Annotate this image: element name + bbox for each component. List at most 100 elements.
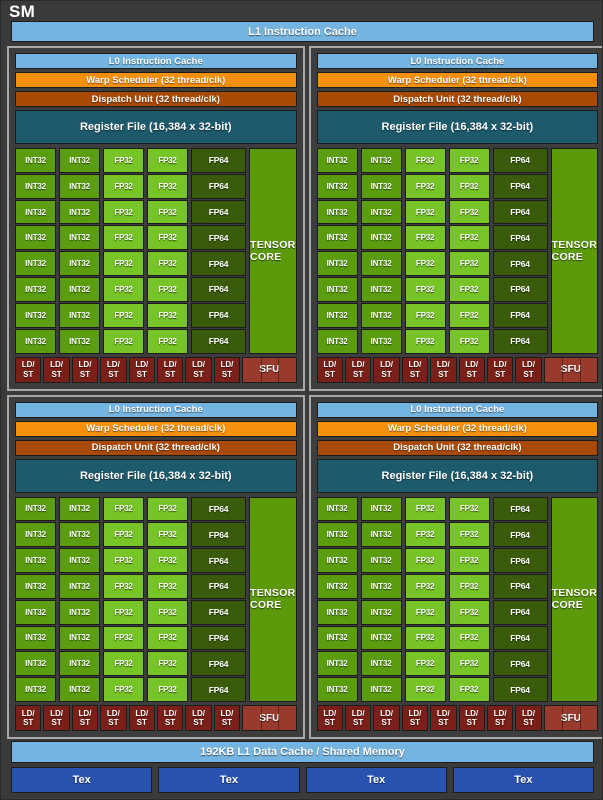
int32-core: INT32 bbox=[59, 677, 100, 702]
fp32-core: FP32 bbox=[404, 677, 446, 702]
ldst-label-bottom: ST bbox=[23, 369, 34, 379]
int32-core: INT32 bbox=[59, 496, 100, 522]
execution-unit-area: INT32 INT32 INT32 INT32 INT32 INT32 INT32 INT32… bbox=[316, 496, 599, 731]
fp32-core: FP32 bbox=[147, 496, 188, 522]
int32-core: INT32 bbox=[360, 651, 402, 677]
ldst-label-top: LD/ bbox=[436, 708, 450, 718]
int32-core: INT32 bbox=[360, 199, 402, 225]
ldst-label-top: LD/ bbox=[323, 708, 337, 718]
fp32-core: FP32 bbox=[103, 199, 144, 225]
fp32-core: FP32 bbox=[147, 251, 188, 277]
int32-core: INT32 bbox=[15, 251, 56, 277]
fp32-core: FP32 bbox=[147, 302, 188, 328]
fp64-core: FP64 bbox=[191, 599, 246, 625]
fp64-core: FP64 bbox=[191, 328, 246, 354]
fp32-core: FP32 bbox=[147, 225, 188, 251]
core-grid: INT32 INT32 INT32 INT32 INT32 INT32 INT32 INT32… bbox=[15, 148, 297, 354]
fp32-core: FP32 bbox=[448, 599, 490, 625]
load-store-unit: LD/ST bbox=[128, 705, 155, 731]
load-store-unit: LD/ST bbox=[100, 356, 127, 383]
int32-core-column: INT32 INT32 INT32 INT32 INT32 INT32 INT32 INT32 bbox=[59, 148, 100, 354]
load-store-unit: LD/ST bbox=[156, 705, 184, 731]
int32-core: INT32 bbox=[15, 148, 56, 173]
fp64-core: FP64 bbox=[492, 251, 548, 277]
core-grid: INT32 INT32 INT32 INT32 INT32 INT32 INT32 INT32… bbox=[316, 148, 599, 354]
int32-core: INT32 bbox=[15, 522, 56, 548]
fp32-core: FP32 bbox=[448, 625, 490, 651]
fp64-core: FP64 bbox=[492, 651, 548, 677]
fp64-core: FP64 bbox=[492, 199, 548, 225]
ldst-label-bottom: ST bbox=[108, 369, 119, 379]
load-store-unit: LD/ST bbox=[213, 356, 241, 383]
processing-block-4: L0 Instruction Cache Warp Scheduler (32 t… bbox=[308, 394, 602, 739]
ldst-label-bottom: ST bbox=[523, 718, 534, 727]
load-store-unit: LD/ST bbox=[458, 705, 485, 731]
int32-core: INT32 bbox=[15, 277, 56, 302]
tensor-core-column: TENSOR CORE bbox=[550, 496, 599, 702]
ldst-label-bottom: ST bbox=[353, 369, 364, 379]
l0-instruction-cache: L0 Instruction Cache bbox=[316, 53, 599, 69]
ldst-label-top: LD/ bbox=[220, 360, 234, 369]
int32-core-column: INT32 INT32 INT32 INT32 INT32 INT32 INT32 INT32 bbox=[316, 148, 358, 354]
load-store-unit: LD/ST bbox=[515, 356, 542, 383]
fp32-core: FP32 bbox=[103, 225, 144, 251]
load-store-unit: LD/ST bbox=[71, 705, 99, 731]
load-store-unit: LD/ST bbox=[430, 356, 457, 383]
fp32-core-column: FP32 FP32 FP32 FP32 FP32 FP32 FP32 FP32 bbox=[404, 148, 446, 354]
int32-core: INT32 bbox=[59, 302, 100, 328]
ldst-sfu-row: LD/ST LD/ST LD/ST LD/ST LD/ST LD/ST LD/ST LD/ST… bbox=[316, 356, 599, 383]
fp32-core-column: FP32 FP32 FP32 FP32 FP32 FP32 FP32 FP32 bbox=[103, 496, 144, 702]
ldst-label-bottom: ST bbox=[193, 718, 204, 727]
int32-core: INT32 bbox=[316, 225, 358, 251]
ldst-label-top: LD/ bbox=[522, 708, 535, 718]
ldst-label-bottom: ST bbox=[193, 369, 204, 379]
int32-core: INT32 bbox=[360, 496, 402, 522]
ldst-label-top: LD/ bbox=[192, 708, 205, 718]
fp64-core: FP64 bbox=[492, 522, 548, 548]
warp-scheduler: Warp Scheduler (32 thread/clk) bbox=[316, 420, 599, 437]
int32-core: INT32 bbox=[15, 651, 56, 677]
fp32-core: FP32 bbox=[404, 651, 446, 677]
l1-instruction-cache: L1 Instruction Cache bbox=[11, 21, 594, 42]
fp64-core: FP64 bbox=[492, 548, 548, 573]
ldst-label-bottom: ST bbox=[51, 369, 62, 379]
int32-core: INT32 bbox=[59, 199, 100, 225]
int32-core: INT32 bbox=[15, 173, 56, 199]
ldst-label-top: LD/ bbox=[493, 360, 507, 369]
ldst-label-bottom: ST bbox=[79, 718, 91, 727]
fp64-core: FP64 bbox=[191, 677, 246, 702]
int32-core-column: INT32 INT32 INT32 INT32 INT32 INT32 INT32 INT32 bbox=[360, 148, 402, 354]
int32-core: INT32 bbox=[59, 548, 100, 573]
core-grid: INT32 INT32 INT32 INT32 INT32 INT32 INT32 INT32… bbox=[316, 496, 599, 702]
fp32-core-column: FP32 FP32 FP32 FP32 FP32 FP32 FP32 FP32 bbox=[448, 496, 490, 702]
int32-core: INT32 bbox=[360, 225, 402, 251]
ldst-label-top: LD/ bbox=[21, 708, 35, 718]
fp32-core: FP32 bbox=[103, 302, 144, 328]
load-store-unit: LD/ST bbox=[486, 356, 514, 383]
int32-core: INT32 bbox=[59, 251, 100, 277]
ldst-label-top: LD/ bbox=[351, 360, 365, 369]
fp32-core-column: FP32 FP32 FP32 FP32 FP32 FP32 FP32 FP32 bbox=[448, 148, 490, 354]
fp64-core: FP64 bbox=[492, 573, 548, 599]
int32-core: INT32 bbox=[316, 277, 358, 302]
ldst-label-top: LD/ bbox=[106, 360, 120, 369]
register-file: Register File (16,384 x 32-bit) bbox=[15, 110, 297, 144]
fp32-core: FP32 bbox=[448, 677, 490, 702]
int32-core: INT32 bbox=[15, 599, 56, 625]
ldst-label-bottom: ST bbox=[409, 369, 421, 379]
tensor-core: TENSOR CORE bbox=[550, 148, 599, 354]
fp32-core: FP32 bbox=[103, 173, 144, 199]
load-store-unit: LD/ST bbox=[458, 356, 485, 383]
load-store-unit: LD/ST bbox=[43, 705, 70, 731]
ldst-label-bottom: ST bbox=[23, 718, 34, 727]
int32-core: INT32 bbox=[316, 148, 358, 173]
fp32-core: FP32 bbox=[448, 199, 490, 225]
int32-core: INT32 bbox=[59, 225, 100, 251]
tex-unit-row: Tex Tex Tex Tex bbox=[11, 767, 594, 793]
int32-core: INT32 bbox=[15, 328, 56, 354]
fp32-core: FP32 bbox=[404, 148, 446, 173]
int32-core: INT32 bbox=[59, 599, 100, 625]
core-grid: INT32 INT32 INT32 INT32 INT32 INT32 INT32 INT32… bbox=[15, 496, 297, 702]
int32-core-column: INT32 INT32 INT32 INT32 INT32 INT32 INT32 INT32 bbox=[15, 496, 56, 702]
int32-core: INT32 bbox=[360, 251, 402, 277]
